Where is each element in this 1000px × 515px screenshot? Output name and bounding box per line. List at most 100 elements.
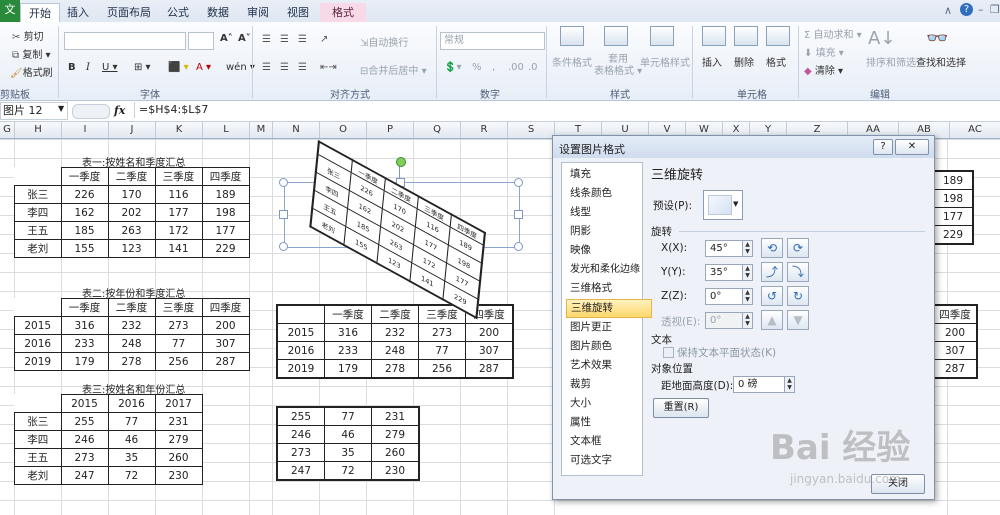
table-cell[interactable]: 273 bbox=[60, 448, 109, 467]
table-cell[interactable] bbox=[14, 167, 62, 186]
table-cell[interactable]: 77 bbox=[154, 334, 203, 353]
table-cell[interactable]: 179 bbox=[60, 352, 109, 371]
table-header-cell[interactable]: 2016 bbox=[107, 394, 156, 413]
table-cell[interactable]: 116 bbox=[154, 185, 203, 204]
file-tab[interactable]: 文件 bbox=[0, 0, 20, 35]
table-cell[interactable]: 287 bbox=[201, 352, 250, 371]
table-cell[interactable]: 162 bbox=[60, 203, 109, 222]
column-header-h[interactable]: H bbox=[15, 122, 62, 138]
minimize-ribbon-icon[interactable]: ∧ bbox=[944, 4, 952, 17]
window-minimize-icon[interactable]: – bbox=[978, 3, 984, 16]
table-header-cell[interactable]: 2017 bbox=[154, 394, 203, 413]
border-button[interactable]: ⊞ ▾ bbox=[134, 62, 151, 73]
delete-cells-button[interactable]: 删除 bbox=[734, 54, 754, 69]
table-cell[interactable]: 247 bbox=[60, 466, 109, 485]
dialog-help-button[interactable]: ? bbox=[873, 139, 893, 155]
table-header-cell[interactable]: 四季度 bbox=[201, 298, 250, 317]
table-cell[interactable]: 316 bbox=[60, 316, 109, 335]
indent-icon[interactable]: ⇤⇥ bbox=[320, 62, 337, 73]
tab-insert[interactable]: 插入 bbox=[60, 3, 96, 22]
table-cell[interactable]: 273 bbox=[154, 316, 203, 335]
table-cell[interactable]: 260 bbox=[154, 448, 203, 467]
nav-item-line-color[interactable]: 线条颜色 bbox=[566, 185, 650, 202]
table-cell[interactable]: 177 bbox=[154, 203, 203, 222]
table-cell[interactable]: 2016 bbox=[14, 334, 62, 353]
narrow-perspective-button[interactable]: ▲ bbox=[761, 310, 783, 330]
table-header-cell[interactable]: 一季度 bbox=[60, 167, 109, 186]
right-partial-table-2[interactable]: 四季度 200 307 287 bbox=[932, 304, 978, 379]
align-top-icon[interactable]: ☰ bbox=[262, 34, 271, 45]
table-cell[interactable]: 198 bbox=[201, 203, 250, 222]
format-painter-button[interactable]: 🖌格式刷 bbox=[10, 64, 53, 79]
align-bottom-icon[interactable]: ☰ bbox=[298, 34, 307, 45]
distance-from-ground-input[interactable]: 0 磅 ▲ ▼ bbox=[733, 376, 795, 393]
table-cell[interactable]: 170 bbox=[107, 185, 156, 204]
spinner-arrows-icon[interactable]: ▲ ▼ bbox=[784, 377, 794, 392]
table-header-cell[interactable]: 二季度 bbox=[107, 167, 156, 186]
rotate-up-y-button[interactable]: ⤴ bbox=[761, 262, 783, 282]
table-cell[interactable]: 李四 bbox=[14, 203, 62, 222]
nav-item-reflection[interactable]: 映像 bbox=[566, 242, 650, 259]
help-icon[interactable]: ? bbox=[960, 3, 973, 16]
table-cell[interactable]: 46 bbox=[107, 430, 156, 449]
resize-handle-bottom-left[interactable] bbox=[279, 242, 288, 251]
table-header-cell[interactable]: 二季度 bbox=[107, 298, 156, 317]
tab-data[interactable]: 数据 bbox=[200, 3, 236, 22]
table-cell[interactable] bbox=[14, 394, 62, 413]
cut-button[interactable]: ✂ 剪切 bbox=[12, 28, 44, 43]
column-header-j[interactable]: J bbox=[109, 122, 156, 138]
table-cell[interactable]: 248 bbox=[107, 334, 156, 353]
format-cells-button[interactable]: 格式 bbox=[766, 54, 786, 69]
column-header-s[interactable]: S bbox=[508, 122, 555, 138]
nav-item-3d-format[interactable]: 三维格式 bbox=[566, 280, 650, 297]
table-header-cell[interactable]: 三季度 bbox=[154, 298, 203, 317]
name-box-dropdown-icon[interactable]: ▼ bbox=[58, 104, 64, 113]
shrink-font-button[interactable]: A˅ bbox=[238, 33, 251, 44]
table-cell[interactable]: 张三 bbox=[14, 412, 62, 431]
font-color-button[interactable]: A ▾ bbox=[196, 62, 211, 73]
column-header-l[interactable]: L bbox=[203, 122, 250, 138]
perspective-input[interactable]: 0° ▲ ▼ bbox=[705, 312, 753, 329]
tab-page-layout[interactable]: 页面布局 bbox=[100, 3, 158, 22]
table-cell[interactable]: 189 bbox=[201, 185, 250, 204]
nav-item-picture-corrections[interactable]: 图片更正 bbox=[566, 319, 650, 336]
y-rotation-input[interactable]: 35° ▲ ▼ bbox=[705, 264, 753, 281]
preset-dropdown[interactable]: ▼ bbox=[703, 190, 743, 220]
copy-button[interactable]: ⧉ 复制 ▾ bbox=[12, 46, 51, 61]
column-header-m[interactable]: M bbox=[250, 122, 273, 138]
currency-icon[interactable]: 💲▾ bbox=[444, 62, 461, 73]
resize-handle-left[interactable] bbox=[279, 210, 288, 219]
column-header-n[interactable]: N bbox=[273, 122, 320, 138]
decrease-decimal-icon[interactable]: .0 bbox=[528, 62, 538, 73]
x-rotation-input[interactable]: 45° ▲ ▼ bbox=[705, 240, 753, 257]
column-header-o[interactable]: O bbox=[320, 122, 367, 138]
formula-bar-resize-handle[interactable] bbox=[72, 104, 110, 119]
italic-button[interactable]: I bbox=[86, 62, 90, 73]
widen-perspective-button[interactable]: ▼ bbox=[787, 310, 809, 330]
table-cell[interactable]: 256 bbox=[154, 352, 203, 371]
table-cell[interactable]: 72 bbox=[107, 466, 156, 485]
spinner-arrows-icon[interactable]: ▲ ▼ bbox=[742, 313, 752, 328]
align-center-icon[interactable]: ☰ bbox=[280, 62, 289, 73]
grow-font-button[interactable]: A˄ bbox=[220, 33, 233, 44]
z-rotation-input[interactable]: 0° ▲ ▼ bbox=[705, 288, 753, 305]
tab-view[interactable]: 视图 bbox=[280, 3, 316, 22]
tab-format[interactable]: 格式 bbox=[320, 3, 366, 22]
table-cell[interactable]: 233 bbox=[60, 334, 109, 353]
rotate-down-y-button[interactable]: ⤵ bbox=[787, 262, 809, 282]
table-cell[interactable]: 177 bbox=[201, 221, 250, 240]
conditional-format-button[interactable]: 条件格式 bbox=[552, 54, 592, 69]
rotate-cw-z-button[interactable]: ↻ bbox=[787, 286, 809, 306]
table-cell[interactable]: 77 bbox=[107, 412, 156, 431]
insert-cells-button[interactable]: 插入 bbox=[702, 54, 722, 69]
align-right-icon[interactable]: ☰ bbox=[298, 62, 307, 73]
table-cell[interactable]: 263 bbox=[107, 221, 156, 240]
insert-function-button[interactable]: fx bbox=[114, 104, 125, 117]
nav-item-properties[interactable]: 属性 bbox=[566, 414, 650, 431]
table-cell[interactable]: 200 bbox=[201, 316, 250, 335]
column-header-r[interactable]: R bbox=[461, 122, 508, 138]
column-header-i[interactable]: I bbox=[62, 122, 109, 138]
rotation-handle[interactable] bbox=[396, 157, 406, 167]
window-restore-icon[interactable]: ❐ bbox=[990, 3, 1000, 16]
table-cell[interactable]: 李四 bbox=[14, 430, 62, 449]
